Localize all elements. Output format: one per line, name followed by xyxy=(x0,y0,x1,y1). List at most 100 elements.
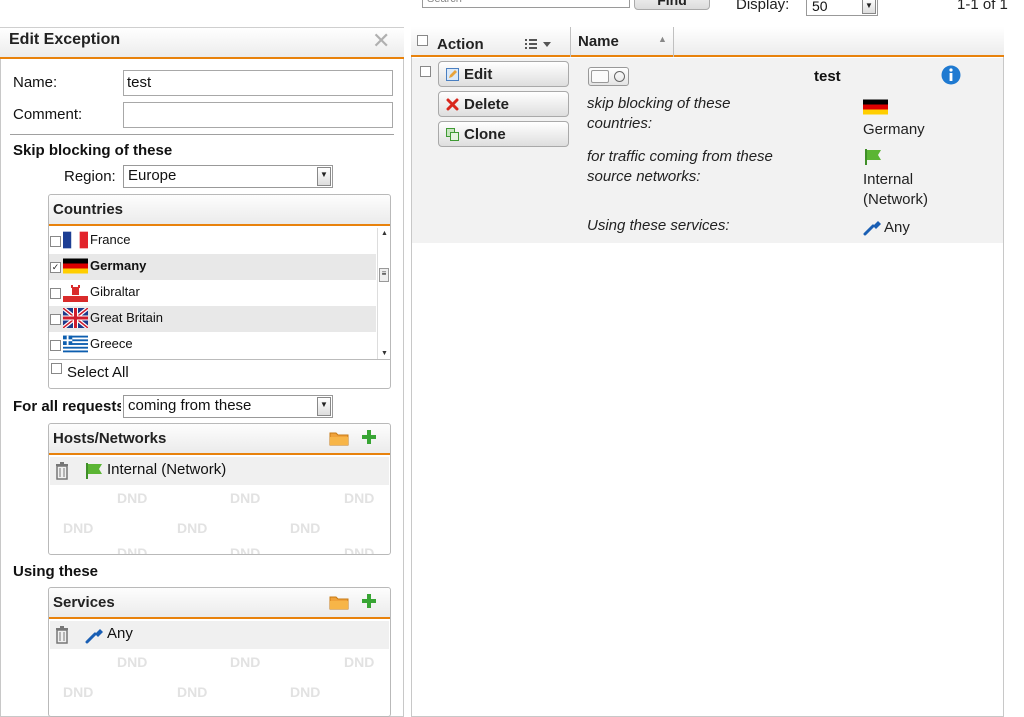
add-icon[interactable] xyxy=(361,429,377,445)
countries-title: Countries xyxy=(53,201,124,218)
region-label: Region: xyxy=(64,168,116,185)
folder-icon[interactable] xyxy=(329,594,349,610)
country-checkbox[interactable] xyxy=(50,236,61,247)
country-checkbox[interactable] xyxy=(50,340,61,351)
germany-flag-icon xyxy=(63,258,88,274)
column-divider xyxy=(570,27,571,57)
select-all-label[interactable]: Select All xyxy=(67,364,129,381)
edit-button[interactable]: Edit xyxy=(438,61,569,87)
services-title: Services xyxy=(53,594,115,611)
great-britain-flag-icon xyxy=(63,308,88,328)
countries-list[interactable]: France ✓ Germany Gibraltar Great Britain… xyxy=(49,228,390,359)
traffic-text-line-1: for traffic coming from these xyxy=(587,148,773,165)
country-name: Great Britain xyxy=(90,310,163,325)
list-item[interactable]: Gibraltar xyxy=(49,280,376,306)
trash-icon[interactable] xyxy=(55,462,69,480)
trash-icon[interactable] xyxy=(55,626,69,644)
requests-label: For all requests xyxy=(13,398,121,415)
edit-label: Edit xyxy=(464,66,493,83)
requests-select[interactable]: coming from these ▼ xyxy=(123,395,333,418)
services-box: Services Any DND DND DND DND DND DND xyxy=(48,587,391,717)
dnd-placeholder: DND xyxy=(290,684,321,700)
dnd-placeholder: DND xyxy=(344,490,375,506)
info-icon[interactable] xyxy=(941,65,961,85)
clone-button[interactable]: Clone xyxy=(438,121,569,147)
service-item-label: Any xyxy=(107,625,133,642)
sort-asc-icon[interactable]: ▲ xyxy=(658,34,667,44)
skip-text-line-1: skip blocking of these xyxy=(587,95,731,112)
dnd-placeholder: DND xyxy=(290,520,321,536)
requests-value: coming from these xyxy=(128,397,252,414)
traffic-value-line-1: Internal xyxy=(863,171,914,188)
traffic-description: for traffic coming from these source net… xyxy=(587,147,773,187)
row-checkbox[interactable] xyxy=(420,66,431,77)
scroll-up-icon[interactable]: ▲ xyxy=(381,230,388,237)
delete-button[interactable]: Delete xyxy=(438,91,569,117)
column-header-action[interactable]: Action xyxy=(437,36,484,53)
country-checkbox[interactable]: ✓ xyxy=(50,262,61,273)
region-select[interactable]: Europe ▼ xyxy=(123,165,333,188)
traffic-value: Internal (Network) xyxy=(863,170,928,210)
display-select[interactable]: 50 ▼ xyxy=(806,0,878,16)
chevron-down-icon[interactable]: ▼ xyxy=(317,397,331,416)
find-button[interactable]: Find xyxy=(634,0,710,10)
list-item[interactable]: Greece xyxy=(49,332,376,358)
chevron-down-icon[interactable]: ▼ xyxy=(862,0,876,14)
list-item[interactable]: ✓ Germany xyxy=(49,254,376,280)
folder-icon[interactable] xyxy=(329,430,349,446)
list-item[interactable]: France xyxy=(49,228,376,254)
panel-title: Edit Exception xyxy=(9,31,121,48)
column-menu-icon[interactable] xyxy=(525,38,553,51)
row-name: test xyxy=(814,68,841,85)
service-icon xyxy=(85,629,103,644)
germany-flag-icon xyxy=(863,99,888,115)
add-icon[interactable] xyxy=(361,593,377,609)
search-input[interactable]: Search xyxy=(422,0,630,8)
list-item: Internal (Network) xyxy=(50,457,389,485)
skip-text-line-2: countries: xyxy=(587,115,653,132)
services-value: Any xyxy=(884,219,910,236)
traffic-text-line-2: source networks: xyxy=(587,168,701,185)
countries-scrollbar[interactable]: ▲ ≡ ▼ xyxy=(377,228,390,359)
dnd-placeholder: DND xyxy=(63,520,94,536)
dnd-placeholder: DND xyxy=(177,684,208,700)
dnd-placeholder: DND xyxy=(230,490,261,506)
countries-header: Countries xyxy=(49,195,390,226)
close-icon[interactable]: ✕ xyxy=(372,28,390,54)
scroll-thumb[interactable]: ≡ xyxy=(379,268,389,282)
france-flag-icon xyxy=(63,231,88,249)
list-item[interactable]: Great Britain xyxy=(49,306,376,332)
greece-flag-icon xyxy=(63,335,88,353)
country-checkbox[interactable] xyxy=(50,288,61,299)
scroll-down-icon[interactable]: ▼ xyxy=(381,350,388,357)
edit-icon xyxy=(446,68,459,81)
select-all-rows-checkbox[interactable] xyxy=(417,35,428,46)
divider xyxy=(49,359,390,360)
gibraltar-flag-icon xyxy=(63,282,88,302)
services-description: Using these services: xyxy=(587,217,730,234)
dnd-placeholder: DND xyxy=(117,490,148,506)
using-section-title: Using these xyxy=(13,563,99,580)
country-checkbox[interactable] xyxy=(50,314,61,325)
dnd-placeholder: DND xyxy=(117,654,148,670)
country-name: France xyxy=(90,232,131,247)
hosts-title: Hosts/Networks xyxy=(53,430,167,447)
dnd-placeholder: DND xyxy=(117,545,148,555)
hosts-box: Hosts/Networks Internal (Network) DND DN… xyxy=(48,423,391,555)
dnd-placeholder: DND xyxy=(63,684,94,700)
chevron-down-icon[interactable]: ▼ xyxy=(317,167,331,186)
delete-icon xyxy=(446,98,459,111)
name-field[interactable]: test xyxy=(123,70,393,96)
comment-label: Comment: xyxy=(13,106,83,123)
clone-icon xyxy=(446,128,459,141)
name-label: Name: xyxy=(13,74,58,91)
column-divider xyxy=(673,27,674,57)
status-toggle[interactable] xyxy=(588,67,629,86)
comment-field[interactable] xyxy=(123,102,393,128)
column-header-name[interactable]: Name xyxy=(578,33,619,50)
country-name: Germany xyxy=(90,258,147,273)
select-all-checkbox[interactable] xyxy=(51,363,62,374)
dnd-placeholder: DND xyxy=(344,654,375,670)
divider xyxy=(10,134,394,135)
skip-section-title: Skip blocking of these xyxy=(13,142,173,159)
